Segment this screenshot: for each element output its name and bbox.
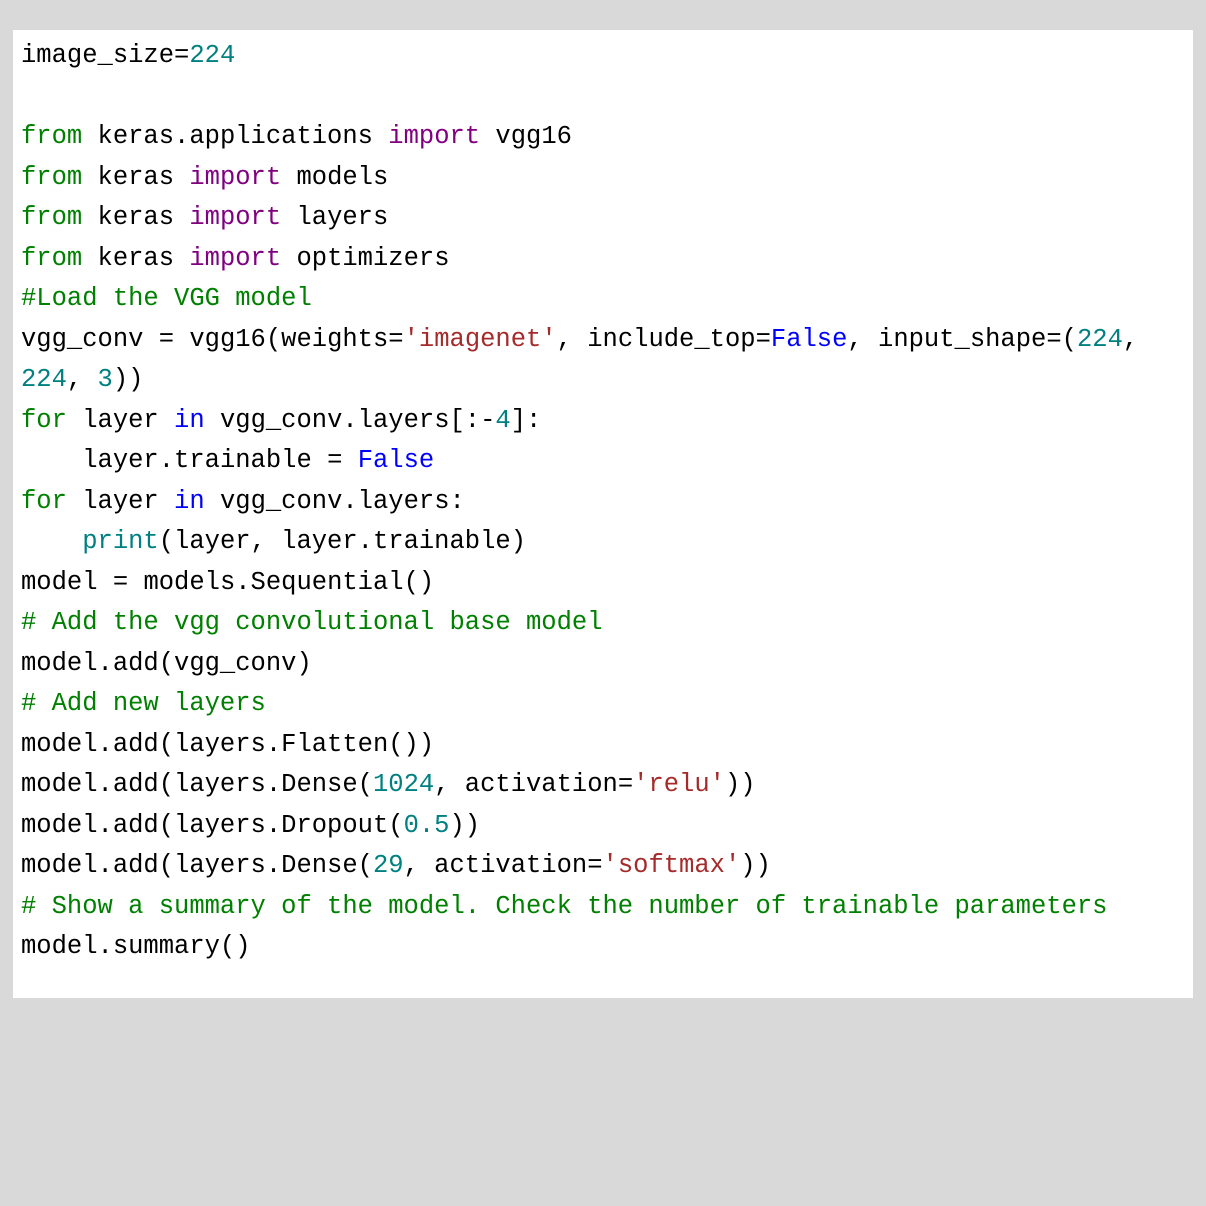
- code-comment: #Load the VGG model: [21, 284, 312, 313]
- code-line: model.add(layers.Flatten()): [21, 730, 434, 759]
- code-line: for layer in vgg_conv.layers[:-4]:: [21, 406, 541, 435]
- code-line: from keras import layers: [21, 203, 388, 232]
- code-comment: # Add the vgg convolutional base model: [21, 608, 603, 637]
- code-line: print(layer, layer.trainable): [21, 527, 526, 556]
- code-line: from keras import optimizers: [21, 244, 450, 273]
- code-comment: # Add new layers: [21, 689, 266, 718]
- code-blank-line: [21, 82, 36, 111]
- code-line: model.add(layers.Dropout(0.5)): [21, 811, 480, 840]
- code-line: model.add(layers.Dense(29, activation='s…: [21, 851, 771, 880]
- code-line: from keras import models: [21, 163, 388, 192]
- code-line: vgg_conv = vgg16(weights='imagenet', inc…: [21, 325, 1154, 395]
- code-comment: # Show a summary of the model. Check the…: [21, 892, 1107, 921]
- code-line: model.summary(): [21, 932, 251, 961]
- code-line: model.add(vgg_conv): [21, 649, 312, 678]
- code-content: image_size=224 from keras.applications i…: [21, 36, 1185, 968]
- code-line: from keras.applications import vgg16: [21, 122, 572, 151]
- code-line: image_size=224: [21, 41, 235, 70]
- code-block: image_size=224 from keras.applications i…: [13, 30, 1193, 998]
- code-line: model = models.Sequential(): [21, 568, 434, 597]
- code-line: layer.trainable = False: [21, 446, 434, 475]
- code-line: for layer in vgg_conv.layers:: [21, 487, 465, 516]
- code-line: model.add(layers.Dense(1024, activation=…: [21, 770, 756, 799]
